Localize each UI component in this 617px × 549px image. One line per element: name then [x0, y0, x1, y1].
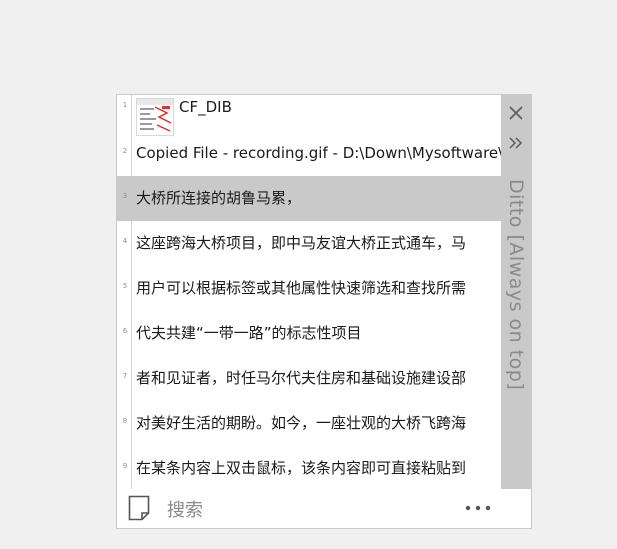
- row-number: 8: [122, 417, 128, 425]
- close-button[interactable]: [501, 98, 531, 128]
- list-item[interactable]: 9 在某条内容上双击鼠标，该条内容即可直接粘贴到: [117, 446, 502, 491]
- list-item[interactable]: 5 用户可以根据标签或其他属性快速筛选和查找所需: [117, 266, 502, 311]
- list-item[interactable]: 7 者和见证者，时任马尔代夫住房和基础设施建设部: [117, 356, 502, 401]
- ditto-window: 1 CF_DIB 2 Copied File - recording.gif -: [116, 94, 532, 529]
- expand-button[interactable]: [501, 128, 531, 158]
- more-icon: [465, 505, 491, 511]
- row-number: 5: [122, 282, 128, 290]
- list-item[interactable]: 2 Copied File - recording.gif - D:\Down\…: [117, 131, 502, 176]
- close-icon: [509, 106, 523, 120]
- list-item-text: 在某条内容上双击鼠标，该条内容即可直接粘贴到: [136, 459, 467, 477]
- list-item[interactable]: 6 代夫共建“一带一路”的标志性项目: [117, 311, 502, 356]
- row-number: 1: [122, 101, 128, 109]
- list-item-text: 大桥所连接的胡鲁马累，: [136, 189, 302, 207]
- list-item-selected[interactable]: 3 大桥所连接的胡鲁马累，: [117, 176, 502, 221]
- more-button[interactable]: [463, 495, 493, 521]
- list-item-text: Copied File - recording.gif - D:\Down\My…: [136, 144, 502, 162]
- row-number: 7: [122, 372, 128, 380]
- list-item[interactable]: 4 这座跨海大桥项目，即中马友谊大桥正式通车，马: [117, 221, 502, 266]
- window-title: Ditto [Always on top]: [505, 179, 527, 391]
- search-bar: [117, 489, 531, 528]
- list-item-text: 这座跨海大桥项目，即中马友谊大桥正式通车，马: [136, 234, 467, 252]
- row-number: 3: [122, 192, 128, 200]
- list-item-text: CF_DIB: [179, 98, 232, 116]
- list-item-text: 代夫共建“一带一路”的标志性项目: [136, 324, 362, 342]
- clip-list: 1 CF_DIB 2 Copied File - recording.gif -: [117, 95, 502, 491]
- list-item-text: 者和见证者，时任马尔代夫住房和基础设施建设部: [136, 369, 467, 387]
- row-number: 2: [122, 147, 128, 155]
- list-item[interactable]: 8 对美好生活的期盼。如今，一座壮观的大桥飞跨海: [117, 401, 502, 446]
- row-number: 4: [122, 237, 128, 245]
- row-number: 6: [122, 327, 128, 335]
- row-number: 9: [122, 462, 128, 470]
- search-input[interactable]: [165, 496, 449, 524]
- title-sidebar: Ditto [Always on top]: [501, 95, 531, 491]
- double-chevron-right-icon: [509, 137, 523, 149]
- list-item-text: 用户可以根据标签或其他属性快速筛选和查找所需: [136, 279, 467, 297]
- list-item-text: 对美好生活的期盼。如今，一座壮观的大桥飞跨海: [136, 414, 467, 432]
- note-icon[interactable]: [128, 495, 150, 521]
